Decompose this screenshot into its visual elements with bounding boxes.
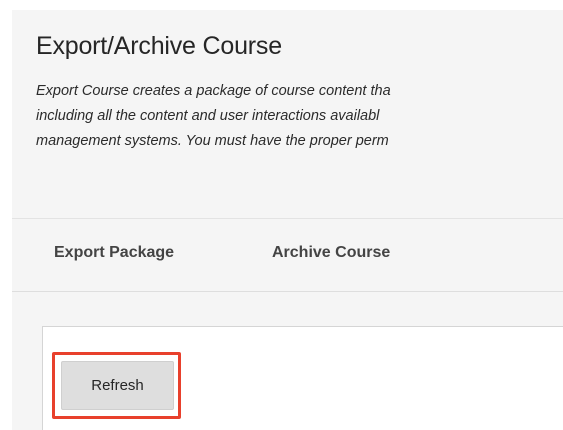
tab-export-package[interactable]: Export Package xyxy=(54,244,174,262)
tab-bar: Export Package Archive Course xyxy=(12,219,563,292)
tab-archive-course[interactable]: Archive Course xyxy=(272,244,390,262)
page: Export/Archive Course Export Course crea… xyxy=(0,0,563,430)
page-title: Export/Archive Course xyxy=(36,32,282,60)
refresh-button[interactable]: Refresh xyxy=(61,361,174,410)
page-description-line-2: including all the content and user inter… xyxy=(36,108,380,124)
page-description-line-3: management systems. You must have the pr… xyxy=(36,133,389,149)
page-description-line-1: Export Course creates a package of cours… xyxy=(36,83,391,99)
page-description: Export Course creates a package of cours… xyxy=(36,79,563,154)
